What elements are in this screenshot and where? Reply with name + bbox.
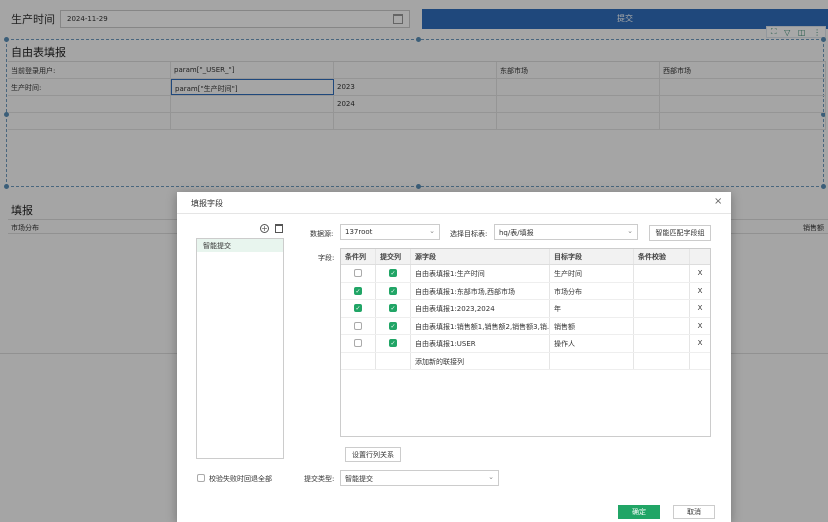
condition-check[interactable]: [634, 300, 690, 317]
checkbox-cell: ✓: [341, 300, 376, 317]
source-field: 自由表填报1:东部市场,西部市场: [411, 282, 550, 299]
dialog-title: 填报字段: [191, 199, 223, 208]
table-row: ✓ 自由表填报1:销售额1,销售额2,销售额3,销... 销售额 X: [341, 317, 710, 335]
checkbox-cell: ✓: [376, 317, 411, 334]
delete-row-button[interactable]: X: [690, 318, 710, 335]
target-table-label: 选择目标表:: [450, 230, 488, 238]
delete-row-button[interactable]: X: [690, 335, 710, 352]
confirm-button[interactable]: 确定: [618, 505, 660, 519]
condition-checkbox[interactable]: ✓: [354, 304, 362, 312]
condition-check[interactable]: [634, 282, 690, 299]
submit-checkbox[interactable]: ✓: [389, 286, 397, 295]
table-row: ✓ 自由表填报1:生产时间 生产时间 X: [341, 265, 710, 283]
source-field: 自由表填报1:2023,2024: [411, 300, 550, 317]
chevron-down-icon: ⌄: [429, 227, 435, 235]
table-row: ✓ ✓ 自由表填报1:2023,2024 年 X: [341, 300, 710, 318]
cancel-button[interactable]: 取消: [673, 505, 715, 519]
chevron-down-icon: ⌄: [627, 227, 633, 235]
add-icon[interactable]: +: [260, 224, 269, 233]
source-field: 自由表填报1:生产时间: [411, 265, 550, 282]
target-table-value: hq/表/填报: [499, 229, 534, 237]
add-join-column-link[interactable]: 添加新的联接列: [411, 352, 550, 369]
target-field[interactable]: 市场分布: [550, 282, 634, 299]
checkbox-cell: ✓: [376, 300, 411, 317]
condition-check[interactable]: [634, 335, 690, 352]
field-mapping-table: 条件列 提交列 源字段 目标字段 条件校验 ✓ 自由表填报1:生产时间 生产时间 X ✓…: [340, 248, 711, 437]
set-relation-button[interactable]: 设置行列关系: [345, 447, 401, 462]
divider: [177, 213, 731, 214]
list-item[interactable]: 智能提交: [197, 239, 283, 252]
submit-checkbox[interactable]: ✓: [389, 339, 397, 347]
table-header: 条件列 提交列 源字段 目标字段 条件校验: [341, 249, 710, 265]
column-header: [690, 249, 710, 264]
datasource-value: 137root: [345, 228, 373, 236]
submit-group-list: 智能提交: [196, 238, 284, 459]
column-header: 条件校验: [634, 249, 690, 264]
fill-fields-dialog: 填报字段 × + 智能提交 数据源: 137root ⌄ 选择目标表: hq/表…: [177, 192, 731, 522]
target-field[interactable]: 操作人: [550, 335, 634, 352]
table-row: ✓ ✓ 自由表填报1:东部市场,西部市场 市场分布 X: [341, 282, 710, 300]
checkbox-cell: ✓: [341, 282, 376, 299]
datasource-label: 数据源:: [310, 230, 334, 238]
smart-match-button[interactable]: 智能匹配字段组: [649, 225, 711, 241]
trash-icon[interactable]: [275, 224, 283, 233]
condition-check[interactable]: [634, 265, 690, 282]
delete-row-button[interactable]: X: [690, 283, 710, 300]
field-rows: ✓ 自由表填报1:生产时间 生产时间 X ✓ ✓ 自由表填报1:东部市场,西部市场 市场分布 X…: [341, 265, 710, 353]
delete-row-button[interactable]: X: [690, 300, 710, 317]
empty-cell: [376, 352, 411, 369]
checkbox-cell: [341, 317, 376, 334]
checkbox-cell: [341, 335, 376, 352]
submit-checkbox[interactable]: ✓: [389, 321, 397, 330]
target-field[interactable]: 生产时间: [550, 265, 634, 282]
submit-checkbox[interactable]: ✓: [389, 269, 397, 277]
field-label: 字段:: [318, 254, 335, 262]
datasource-select[interactable]: 137root ⌄: [340, 224, 440, 240]
checkbox-cell: ✓: [376, 265, 411, 282]
condition-checkbox[interactable]: ✓: [354, 286, 362, 295]
empty-cell: [634, 352, 690, 369]
source-field: 自由表填报1:USER: [411, 335, 550, 352]
condition-checkbox[interactable]: [354, 269, 362, 277]
submit-type-value: 智能提交: [345, 475, 373, 483]
rollback-checkbox[interactable]: [197, 474, 205, 482]
condition-checkbox[interactable]: [354, 339, 362, 347]
chevron-down-icon: ⌄: [488, 473, 494, 481]
column-header: 提交列: [376, 249, 411, 264]
checkbox-cell: ✓: [376, 282, 411, 299]
submit-type-select[interactable]: 智能提交 ⌄: [340, 470, 499, 486]
empty-cell: [690, 353, 710, 370]
source-field: 自由表填报1:销售额1,销售额2,销售额3,销...: [411, 317, 550, 334]
checkbox-cell: [341, 265, 376, 282]
target-field[interactable]: 年: [550, 300, 634, 317]
empty-cell: [341, 352, 376, 369]
column-header: 源字段: [411, 249, 550, 264]
submit-checkbox[interactable]: ✓: [389, 304, 397, 312]
checkbox-cell: ✓: [376, 335, 411, 352]
submit-type-label: 提交类型:: [304, 475, 335, 483]
table-row: ✓ 自由表填报1:USER 操作人 X: [341, 335, 710, 353]
close-icon[interactable]: ×: [714, 196, 722, 207]
condition-checkbox[interactable]: [354, 321, 362, 330]
condition-check[interactable]: [634, 317, 690, 334]
delete-row-button[interactable]: X: [690, 265, 710, 282]
column-header: 目标字段: [550, 249, 634, 264]
column-header: 条件列: [341, 249, 376, 264]
empty-cell: [550, 352, 634, 369]
rollback-label: 校验失败时回退全部: [209, 475, 272, 483]
add-row: 添加新的联接列: [341, 352, 710, 370]
target-field[interactable]: 销售额: [550, 317, 634, 334]
target-table-select[interactable]: hq/表/填报 ⌄: [494, 224, 638, 240]
